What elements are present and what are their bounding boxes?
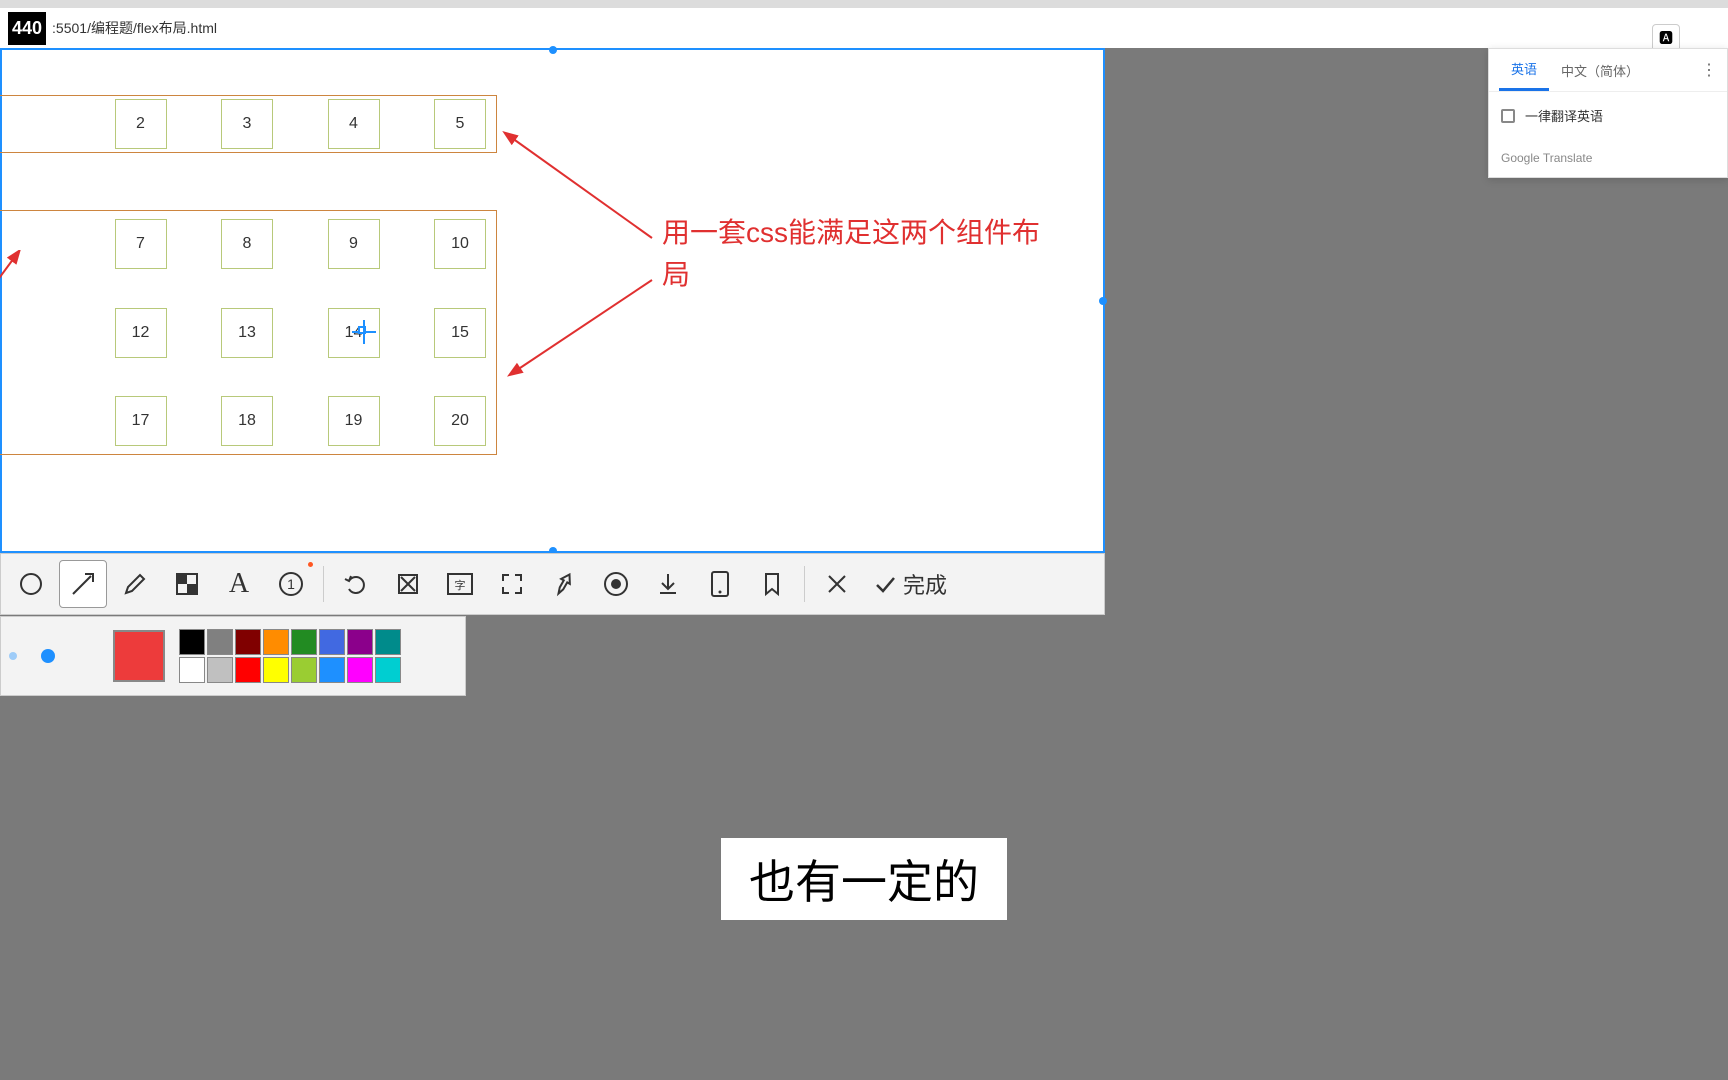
translate-tab-chinese[interactable]: 中文（简体）: [1549, 51, 1651, 90]
flex-cell: 18: [221, 396, 273, 446]
flex-cell: 20: [434, 396, 486, 446]
tool-phone[interactable]: [696, 560, 744, 608]
translate-always-option[interactable]: 一律翻译英语: [1489, 92, 1727, 139]
flex-grid: 7 8 9 10 12 13 14 15 17 18 19 20: [0, 210, 497, 455]
tool-cut[interactable]: [384, 560, 432, 608]
check-icon: [873, 572, 897, 596]
brush-size-small[interactable]: [9, 652, 17, 660]
flex-cell: 12: [115, 308, 167, 358]
color-swatch[interactable]: [291, 657, 317, 683]
screenshot-toolbar: A 1 字 完成: [0, 553, 1105, 615]
annotation-arrow-1: [502, 128, 662, 248]
flex-row: 17 18 19 20: [8, 396, 486, 446]
tool-pin[interactable]: [540, 560, 588, 608]
tool-complete[interactable]: 完成: [865, 568, 955, 600]
toolbar-separator: [323, 566, 324, 602]
translate-menu-icon[interactable]: ⋮: [1701, 60, 1717, 80]
color-swatch[interactable]: [207, 629, 233, 655]
translate-icon: 🅰: [1659, 28, 1673, 48]
tool-undo[interactable]: [332, 560, 380, 608]
address-url[interactable]: :5501/编程题/flex布局.html: [52, 18, 217, 38]
selection-handle-top[interactable]: [549, 46, 557, 54]
annotation-text: 用一套css能满足这两个组件布局: [662, 212, 1062, 296]
tool-download[interactable]: [644, 560, 692, 608]
flex-cell: 7: [115, 219, 167, 269]
color-swatch[interactable]: [375, 629, 401, 655]
color-swatch[interactable]: [179, 629, 205, 655]
translate-footer: Google Translate: [1489, 139, 1727, 177]
address-bar: 440 :5501/编程题/flex布局.html: [0, 8, 1728, 48]
color-swatch[interactable]: [207, 657, 233, 683]
toolbar-separator: [804, 566, 805, 602]
flex-cell: 10: [434, 219, 486, 269]
browser-tabs-strip: [0, 0, 1728, 8]
checkbox-icon[interactable]: [1501, 109, 1515, 123]
color-panel: [0, 616, 466, 696]
video-subtitle: 也有一定的: [721, 838, 1007, 920]
brush-size-medium[interactable]: [41, 649, 55, 663]
screenshot-selection[interactable]: 2 3 4 5 7 8 9 10 12 13 14 15 17 18 19 20: [0, 48, 1105, 553]
tool-expand[interactable]: [488, 560, 536, 608]
tool-text[interactable]: A: [215, 560, 263, 608]
color-swatch[interactable]: [235, 629, 261, 655]
tool-close[interactable]: [813, 560, 861, 608]
color-swatch[interactable]: [319, 657, 345, 683]
tool-circle[interactable]: [7, 560, 55, 608]
annotation-arrow-2: [502, 270, 662, 390]
color-swatch[interactable]: [179, 657, 205, 683]
color-swatch[interactable]: [263, 629, 289, 655]
color-swatch[interactable]: [347, 629, 373, 655]
color-swatch[interactable]: [235, 657, 261, 683]
selection-handle-right[interactable]: [1099, 297, 1107, 305]
flex-cell: 5: [434, 99, 486, 149]
color-swatch[interactable]: [263, 657, 289, 683]
translate-tab-english[interactable]: 英语: [1499, 49, 1549, 91]
translate-tabs: 英语 中文（简体） ⋮: [1489, 49, 1727, 92]
flex-cell: 4: [328, 99, 380, 149]
flex-row: 12 13 14 15: [8, 308, 486, 358]
flex-row-single: 2 3 4 5: [0, 95, 497, 153]
svg-text:1: 1: [287, 576, 295, 592]
flex-cell: 2: [115, 99, 167, 149]
flex-cell: 19: [328, 396, 380, 446]
address-badge: 440: [8, 12, 46, 45]
translate-panel: 英语 中文（简体） ⋮ 一律翻译英语 Google Translate: [1488, 48, 1728, 178]
tool-bookmark[interactable]: [748, 560, 796, 608]
brush-sizes: [9, 646, 99, 666]
tool-ocr[interactable]: 字: [436, 560, 484, 608]
color-swatch[interactable]: [291, 629, 317, 655]
flex-cell: 15: [434, 308, 486, 358]
complete-label: 完成: [903, 568, 947, 600]
translate-checkbox-label: 一律翻译英语: [1525, 106, 1603, 125]
tool-pencil[interactable]: [111, 560, 159, 608]
color-grid: [179, 629, 401, 683]
flex-cell: 13: [221, 308, 273, 358]
tool-number[interactable]: 1: [267, 560, 315, 608]
color-swatch[interactable]: [319, 629, 345, 655]
flex-cell: 9: [328, 219, 380, 269]
flex-row: 7 8 9 10: [8, 219, 486, 269]
flex-cell: 14: [328, 308, 380, 358]
current-color-swatch[interactable]: [113, 630, 165, 682]
tool-mosaic[interactable]: [163, 560, 211, 608]
flex-cell: 3: [221, 99, 273, 149]
flex-cell: 8: [221, 219, 273, 269]
flex-cell: 17: [115, 396, 167, 446]
tool-arrow[interactable]: [59, 560, 107, 608]
tool-record[interactable]: [592, 560, 640, 608]
color-swatch[interactable]: [347, 657, 373, 683]
svg-text:字: 字: [455, 578, 466, 592]
color-swatch[interactable]: [375, 657, 401, 683]
